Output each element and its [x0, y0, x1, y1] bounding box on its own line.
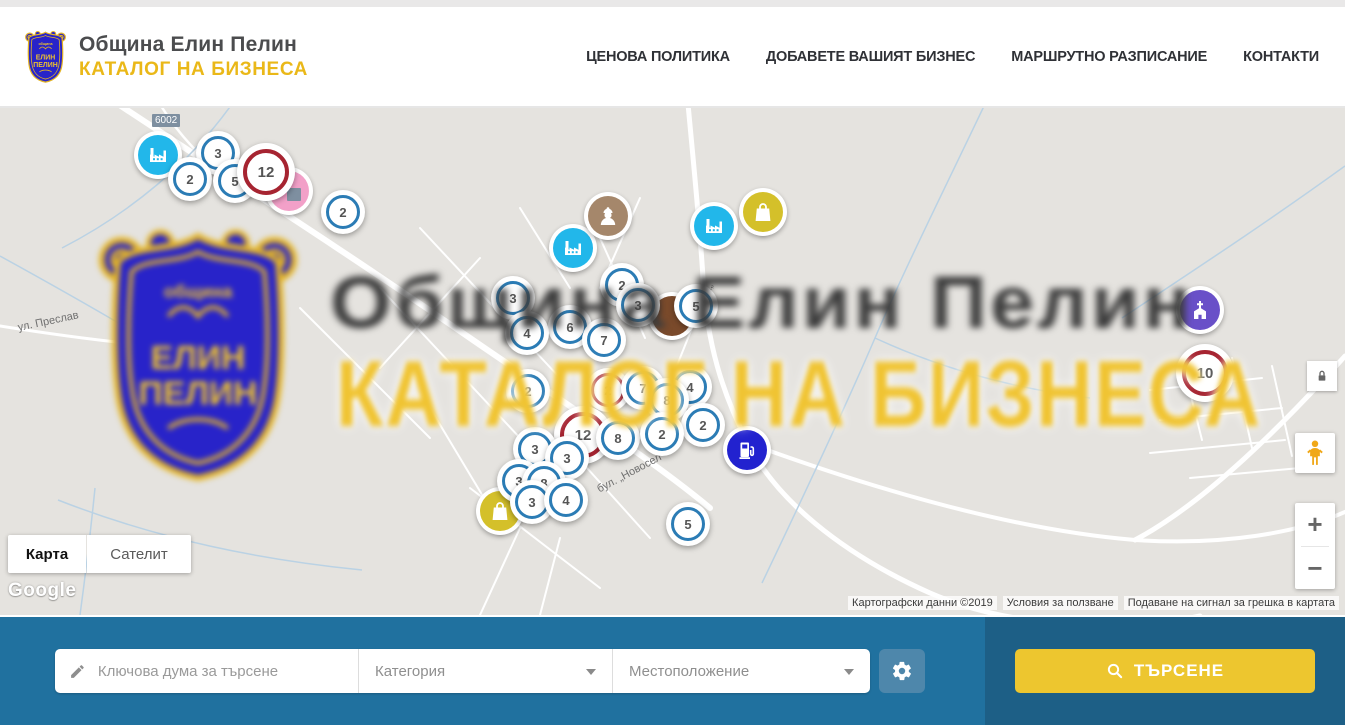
attribution-terms-link[interactable]: Условия за ползване	[1003, 596, 1118, 610]
map-canvas[interactable]: 325122233564722748212823338345106002ул. …	[0, 108, 1345, 615]
nav-item-add-business[interactable]: ДОБАВЕТЕ ВАШИЯТ БИЗНЕС	[766, 49, 975, 65]
map-type-map-button[interactable]: Карта	[8, 535, 86, 573]
cluster-count: 5	[671, 507, 705, 541]
bag-icon	[743, 192, 783, 232]
attribution-copyright: Картографски данни ©2019	[848, 596, 997, 610]
worker-pin-marker[interactable]	[584, 192, 632, 240]
cluster-count: 2	[173, 162, 207, 196]
google-logo[interactable]: Google	[8, 580, 76, 602]
cluster-count: 2	[591, 373, 625, 407]
cluster-count: 2	[645, 417, 679, 451]
search-button-panel: ТЪРСЕНЕ	[985, 617, 1345, 725]
cluster-count: 3	[621, 288, 655, 322]
top-strip	[0, 0, 1345, 7]
gear-icon	[891, 660, 913, 682]
search-fields-group: Категория Местоположение	[55, 649, 870, 693]
cluster-marker[interactable]: 2	[168, 157, 212, 201]
cluster-count: 4	[510, 316, 544, 350]
street-name-label: ул. Преслав	[17, 309, 80, 334]
svg-text:община: община	[38, 41, 53, 45]
cluster-marker[interactable]: 4	[505, 311, 549, 355]
header: община ЕЛИН ПЕЛИН Община Елин Пелин КАТА…	[0, 7, 1345, 108]
cluster-marker[interactable]: 5	[674, 284, 718, 328]
cluster-count: 10	[1182, 350, 1228, 396]
nav-item-contacts[interactable]: КОНТАКТИ	[1243, 49, 1319, 65]
pegman-icon	[1302, 438, 1328, 468]
keyword-field[interactable]	[55, 649, 358, 693]
municipality-emblem-logo: община ЕЛИН ПЕЛИН	[22, 29, 69, 85]
nav-item-pricing[interactable]: ЦЕНОВА ПОЛИТИКА	[586, 49, 730, 65]
church-icon	[1180, 290, 1220, 330]
road-number-label: 6002	[152, 114, 180, 127]
nav-item-route-schedule[interactable]: МАРШРУТНО РАЗПИСАНИЕ	[1011, 49, 1207, 65]
brand-title: Община Елин Пелин	[79, 33, 308, 57]
svg-text:ЕЛИН: ЕЛИН	[36, 54, 56, 61]
cluster-marker[interactable]: 4	[544, 478, 588, 522]
cluster-marker[interactable]: 5	[666, 502, 710, 546]
cluster-marker[interactable]: 12	[237, 143, 295, 201]
factory-pin-marker[interactable]	[690, 202, 738, 250]
cluster-marker[interactable]: 3	[616, 283, 660, 327]
cluster-marker[interactable]: 7	[582, 318, 626, 362]
cluster-count: 7	[587, 323, 621, 357]
cluster-count: 4	[549, 483, 583, 517]
location-select-value: Местоположение	[629, 663, 749, 680]
cluster-count: 12	[243, 149, 289, 195]
map-type-control: Карта Сателит	[8, 535, 191, 573]
bag-pin-marker[interactable]	[739, 188, 787, 236]
search-button[interactable]: ТЪРСЕНЕ	[1015, 649, 1315, 693]
cluster-marker[interactable]: 2	[681, 403, 725, 447]
street-view-pegman[interactable]	[1295, 433, 1335, 473]
cluster-marker[interactable]: 2	[640, 412, 684, 456]
cluster-count: 3	[496, 281, 530, 315]
search-icon	[1106, 662, 1124, 680]
zoom-out-button[interactable]: −	[1295, 547, 1335, 590]
svg-text:ПЕЛИН: ПЕЛИН	[33, 62, 57, 69]
main-nav: ЦЕНОВА ПОЛИТИКА ДОБАВЕТЕ ВАШИЯТ БИЗНЕС М…	[586, 49, 1319, 65]
advanced-settings-button[interactable]	[879, 649, 925, 693]
lock-icon	[1314, 368, 1330, 384]
cluster-marker[interactable]: 10	[1176, 344, 1234, 402]
chevron-down-icon	[586, 669, 596, 680]
category-select-value: Категория	[375, 663, 445, 680]
map-attribution: Картографски данни ©2019 Условия за полз…	[848, 596, 1339, 610]
pencil-icon	[69, 662, 86, 681]
cluster-count: 5	[679, 289, 713, 323]
factory-icon	[694, 206, 734, 246]
zoom-in-button[interactable]: +	[1295, 503, 1335, 546]
attribution-report-error-link[interactable]: Подаване на сигнал за грешка в картата	[1124, 596, 1339, 610]
church-pin-marker[interactable]	[1176, 286, 1224, 334]
cluster-marker[interactable]: 2	[506, 369, 550, 413]
fuel-icon	[727, 430, 767, 470]
lock-control[interactable]	[1307, 361, 1337, 391]
cluster-count: 2	[326, 195, 360, 229]
category-select[interactable]: Категория	[358, 649, 612, 693]
cluster-marker[interactable]: 2	[321, 190, 365, 234]
location-select[interactable]: Местоположение	[612, 649, 870, 693]
road-number-label	[287, 188, 301, 201]
map-type-satellite-button[interactable]: Сателит	[87, 535, 191, 573]
markers-layer: 325122233564722748212823338345106002ул. …	[0, 108, 1345, 615]
cluster-count: 2	[511, 374, 545, 408]
search-bar: Категория Местоположение ТЪРСЕНЕ	[0, 617, 1345, 725]
zoom-control: + −	[1295, 503, 1335, 589]
keyword-input[interactable]	[96, 662, 344, 681]
brand[interactable]: община ЕЛИН ПЕЛИН Община Елин Пелин КАТА…	[22, 29, 308, 85]
cluster-marker[interactable]: 8	[596, 416, 640, 460]
cluster-count: 8	[601, 421, 635, 455]
search-button-label: ТЪРСЕНЕ	[1134, 661, 1224, 681]
fuel-pin-marker[interactable]	[723, 426, 771, 474]
street-name-label: бул. „Новосел	[595, 451, 663, 495]
chevron-down-icon	[844, 669, 854, 680]
cluster-count: 2	[686, 408, 720, 442]
brand-subtitle: КАТАЛОГ НА БИЗНЕСА	[79, 59, 308, 81]
worker-icon	[588, 196, 628, 236]
